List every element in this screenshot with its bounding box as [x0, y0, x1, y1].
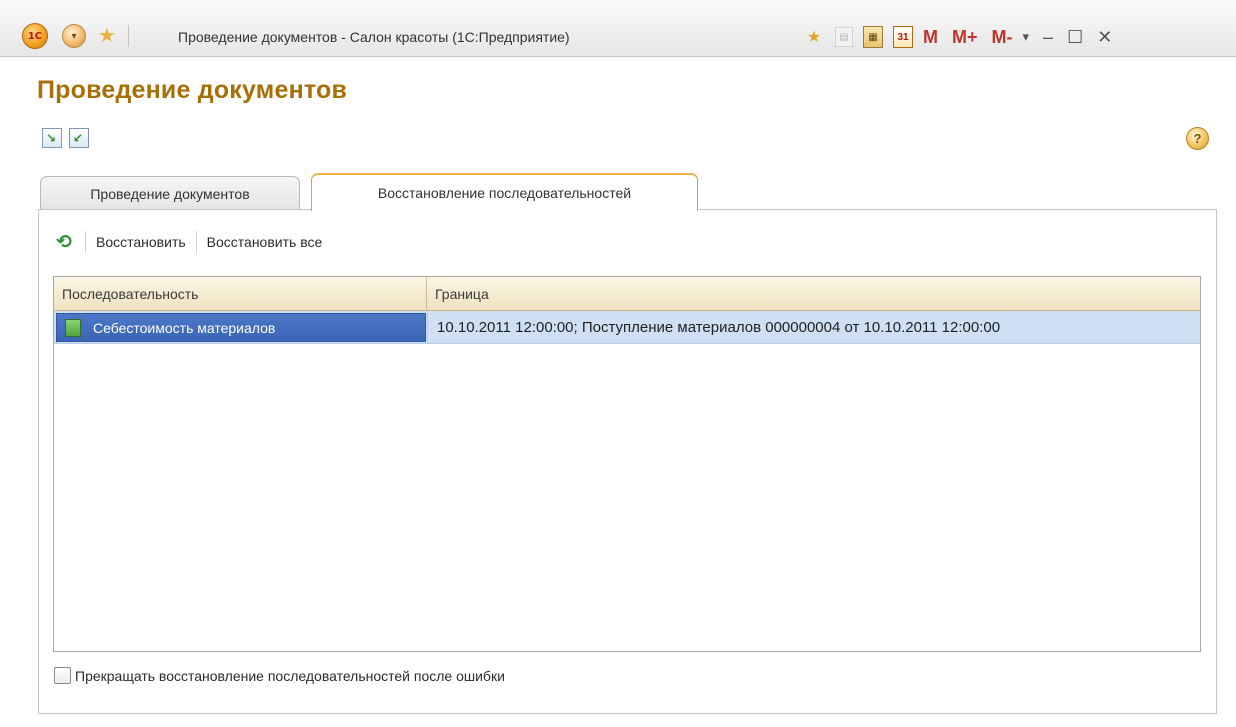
title-bar: 1С ▾ ★ Проведение документов - Салон кра…: [0, 0, 1236, 57]
help-label: ?: [1193, 131, 1202, 146]
1c-logo-icon[interactable]: 1С: [22, 23, 48, 49]
column-header-sequence[interactable]: Последовательность: [54, 277, 427, 311]
calculator-icon[interactable]: ▦: [863, 26, 883, 48]
tab-sequence-restoration-label: Восстановление последовательностей: [377, 185, 632, 201]
calendar-day: 31: [897, 31, 909, 43]
app-window: 1С ▾ ★ Проведение документов - Салон кра…: [0, 0, 1236, 727]
stop-on-error-checkbox[interactable]: [54, 667, 71, 684]
add-to-favorites-icon[interactable]: ★: [803, 26, 825, 48]
main-menu-icon[interactable]: ▾: [62, 24, 86, 48]
help-icon[interactable]: ?: [1186, 127, 1209, 150]
tab-document-posting-label: Проведение документов: [90, 185, 250, 202]
memory-button-m-plus[interactable]: M+: [952, 27, 978, 48]
table-toolbar: ⟲ Восстановить Восстановить все: [53, 229, 322, 255]
tab-document-posting[interactable]: Проведение документов: [40, 176, 300, 210]
toolbar-separator: [85, 231, 86, 253]
calendar-icon[interactable]: 31: [893, 26, 913, 48]
toolbar-separator: [195, 231, 197, 253]
close-icon[interactable]: ✕: [1097, 27, 1112, 48]
page-title: Проведение документов: [37, 76, 348, 104]
title-bar-left-controls: 1С ▾ ★: [22, 23, 129, 49]
form-command-bar: ↘ ↙: [42, 128, 96, 148]
title-bar-right-controls: ★ ▤ ▦ 31 M M+ M- ▾ – ☐ ✕: [803, 24, 1120, 50]
cell-sequence-text: Себестоимость материалов: [93, 319, 276, 336]
refresh-icon[interactable]: ⟲: [53, 231, 75, 254]
memory-button-m[interactable]: M: [923, 27, 938, 48]
logo-text: 1С: [27, 30, 43, 42]
stop-on-error-option[interactable]: Прекращать восстановление последовательн…: [54, 667, 505, 684]
document-icon[interactable]: ▤: [835, 27, 853, 47]
memory-button-m-minus[interactable]: M-: [992, 27, 1013, 48]
cell-boundary[interactable]: 10.10.2011 12:00:00; Поступление материа…: [427, 311, 1200, 344]
restore-button[interactable]: Восстановить: [96, 234, 186, 250]
favorites-star-icon[interactable]: ★: [98, 26, 116, 46]
title-bar-separator: [127, 25, 129, 47]
minimize-icon[interactable]: –: [1043, 27, 1053, 48]
maximize-icon[interactable]: ☐: [1067, 27, 1083, 48]
dropdown-arrow-icon[interactable]: ▾: [1023, 29, 1030, 45]
sequences-table[interactable]: Последовательность Граница Себестоимость…: [53, 276, 1201, 652]
table-header: Последовательность Граница: [54, 277, 1200, 311]
window-title: Проведение документов - Салон красоты (1…: [178, 29, 570, 45]
restore-all-button[interactable]: Восстановить все: [207, 234, 323, 250]
tab-sequence-restoration[interactable]: Восстановление последовательностей: [311, 173, 698, 211]
unpost-documents-icon[interactable]: ↙: [69, 128, 89, 148]
table-row[interactable]: Себестоимость материалов 10.10.2011 12:0…: [54, 311, 1200, 344]
sequence-icon: [65, 318, 81, 337]
column-header-boundary[interactable]: Граница: [427, 277, 1200, 311]
post-documents-icon[interactable]: ↘: [42, 128, 62, 148]
stop-on-error-label[interactable]: Прекращать восстановление последовательн…: [75, 668, 505, 684]
cell-sequence[interactable]: Себестоимость материалов: [56, 313, 426, 342]
